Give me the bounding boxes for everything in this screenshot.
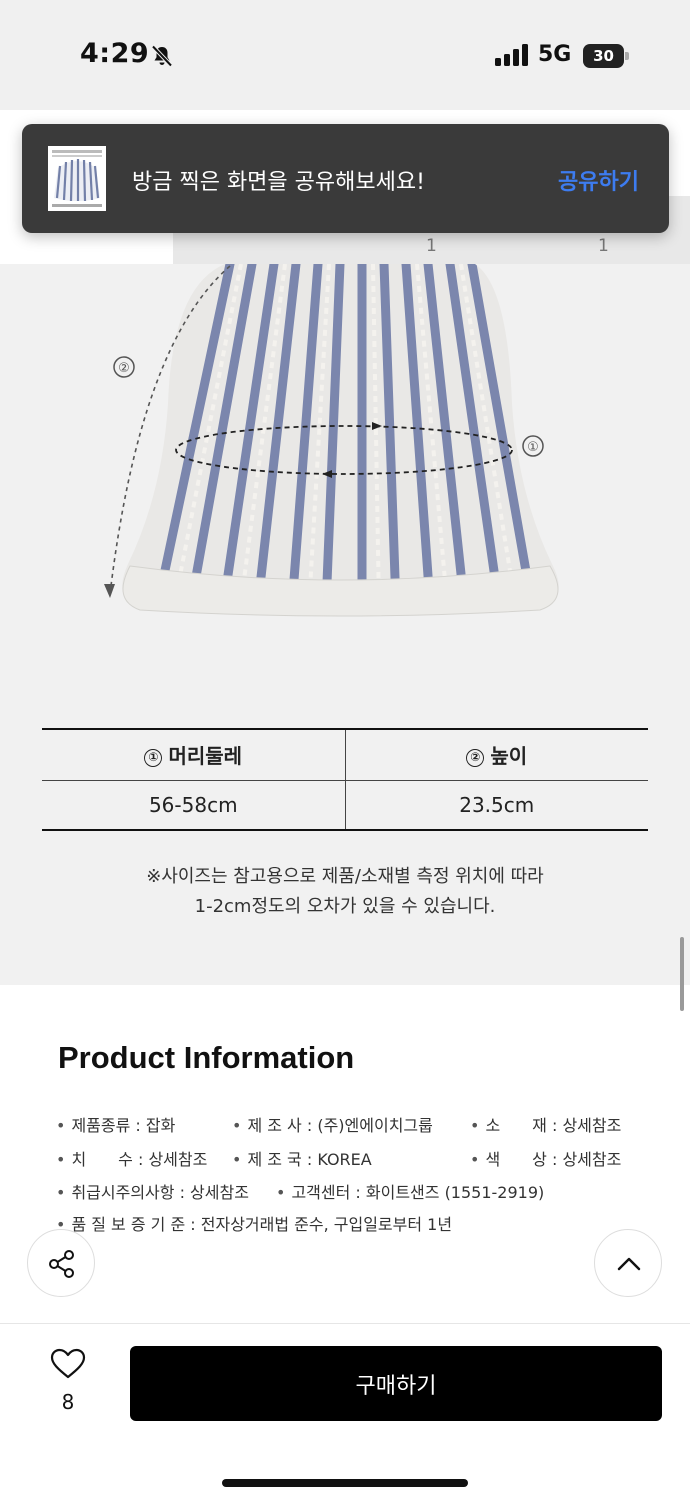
toast-message: 방금 찍은 화면을 공유해보세요!: [132, 170, 425, 195]
cellular-signal-icon: [495, 44, 528, 66]
status-bar: 4:29 5G 30: [0, 0, 690, 110]
product-info-item: 치 수 : 상세참조: [56, 1146, 207, 1170]
size-header-height: ② 높이: [344, 728, 648, 781]
height-label-marker: ②: [113, 356, 135, 378]
size-table: ① 머리둘레 ② 높이 56-58cm 23.5cm: [42, 728, 648, 831]
product-info-item: 제 조 사 : (주)엔에이치그룹: [232, 1112, 432, 1136]
product-info-item: 취급시주의사항 : 상세참조: [56, 1179, 248, 1203]
battery-icon: 30: [583, 44, 629, 68]
product-info-item: 제품종류 : 잡화: [56, 1112, 175, 1136]
size-header-circumference: ① 머리둘레: [42, 728, 345, 781]
size-note-line-1: ※사이즈는 참고용으로 제품/소재별 측정 위치에 따라: [146, 866, 544, 887]
size-table-value-row: 56-58cm 23.5cm: [42, 780, 648, 831]
battery-tip: [625, 52, 629, 60]
product-info-item: 소 재 : 상세참조: [470, 1112, 621, 1136]
like-button[interactable]: 8: [44, 1348, 92, 1420]
like-count: 8: [61, 1390, 75, 1414]
bell-off-icon: [151, 45, 173, 67]
chevron-up-icon: [617, 1257, 641, 1271]
size-table-header-row: ① 머리둘레 ② 높이: [42, 728, 648, 781]
heart-icon: [50, 1348, 86, 1379]
product-info-item: 색 상 : 상세참조: [470, 1146, 621, 1170]
network-type: 5G: [538, 42, 572, 67]
bottom-purchase-bar: 8 구매하기: [0, 1323, 690, 1500]
product-info-item: 고객센터 : 화이트샌즈 (1551-2919): [276, 1179, 544, 1203]
product-info-item: 제 조 국 : KOREA: [232, 1146, 371, 1170]
size-value-height: 23.5cm: [344, 780, 648, 831]
home-indicator[interactable]: [222, 1479, 468, 1487]
size-note-line-2: 1-2cm정도의 오차가 있을 수 있습니다.: [194, 896, 496, 917]
scroll-to-top-button[interactable]: [594, 1229, 662, 1297]
share-icon: [49, 1250, 74, 1278]
product-info-item: 품 질 보 증 기 준 : 전자상거래법 준수, 구입일로부터 1년: [56, 1211, 452, 1235]
circumference-label-text: ①: [527, 440, 539, 455]
circumference-label-marker: ①: [522, 435, 544, 457]
status-time: 4:29: [80, 38, 150, 69]
bucket-hat-image: ② ①: [104, 264, 559, 617]
share-button[interactable]: [27, 1229, 95, 1297]
battery-level: 30: [583, 44, 624, 68]
height-label-text: ②: [118, 361, 130, 376]
product-detail-section: ② ① ① 머리둘레 ② 높이 56-58cm 23.5cm ※사이즈는 참고용으로…: [0, 264, 690, 985]
screenshot-share-toast: 방금 찍은 화면을 공유해보세요! 공유하기: [22, 124, 669, 233]
screenshot-thumbnail[interactable]: [48, 146, 106, 211]
product-info-title: Product Information: [58, 1040, 355, 1075]
scrollbar[interactable]: [680, 937, 684, 1011]
header-number-1: ①: [144, 749, 163, 768]
header-circumference-label: 머리둘레: [168, 744, 243, 769]
screenshot-thumbnail-image: [48, 146, 106, 211]
share-now-button[interactable]: 공유하기: [558, 164, 639, 196]
tab-third-count: 1: [426, 236, 437, 256]
buy-button[interactable]: 구매하기: [130, 1346, 662, 1421]
tab-fourth-count: 1: [598, 236, 609, 256]
header-height-label: 높이: [490, 744, 528, 769]
size-note: ※사이즈는 참고용으로 제품/소재별 측정 위치에 따라 1-2cm정도의 오차…: [0, 862, 690, 922]
header-number-2: ②: [466, 749, 485, 768]
size-value-circumference: 56-58cm: [42, 780, 345, 831]
